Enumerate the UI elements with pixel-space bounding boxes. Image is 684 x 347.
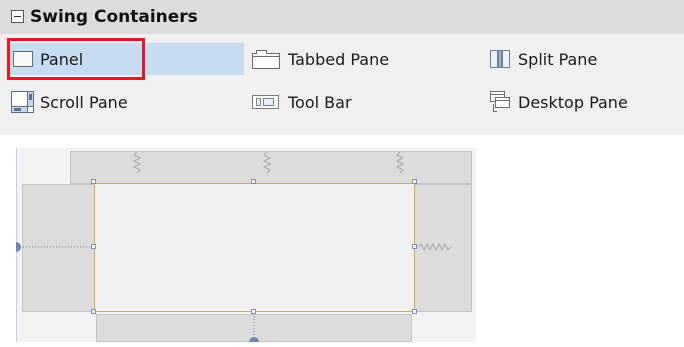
palette-item-label: Desktop Pane [518, 92, 628, 112]
palette-item-label: Panel [40, 49, 84, 69]
palette-item-label: Split Pane [518, 49, 598, 69]
resize-handle-sw[interactable] [91, 309, 96, 314]
palette-item-label: Tool Bar [288, 92, 352, 112]
palette-item-label: Tabbed Pane [288, 49, 390, 69]
split-pane-icon [490, 50, 510, 68]
scroll-pane-icon [11, 91, 34, 113]
swing-containers-palette: Swing Containers Panel Tabbed Pane Split… [0, 0, 684, 135]
center-panel-component[interactable] [94, 183, 415, 312]
palette-item-panel[interactable]: Panel [10, 43, 244, 75]
collapse-minus-icon[interactable] [11, 10, 24, 23]
resize-handle-nw[interactable] [91, 179, 96, 184]
panel-icon [13, 51, 33, 67]
palette-item-tabbed-pane[interactable]: Tabbed Pane [250, 43, 460, 75]
palette-item-desktop-pane[interactable]: Desktop Pane [488, 86, 678, 118]
palette-category-title: Swing Containers [30, 7, 198, 27]
resize-handle-w[interactable] [91, 244, 96, 249]
resize-handle-s[interactable] [251, 309, 256, 314]
palette-item-split-pane[interactable]: Split Pane [488, 43, 678, 75]
design-canvas[interactable] [16, 148, 476, 342]
palette-item-tool-bar[interactable]: Tool Bar [250, 86, 460, 118]
tool-bar-icon [252, 95, 279, 109]
tabbed-pane-icon [252, 50, 280, 69]
palette-category-header[interactable]: Swing Containers [0, 0, 684, 34]
desktop-pane-icon [490, 91, 510, 112]
palette-item-scroll-pane[interactable]: Scroll Pane [10, 86, 244, 118]
resize-handle-n[interactable] [251, 179, 256, 184]
resize-handle-se[interactable] [412, 309, 417, 314]
resize-handle-ne[interactable] [412, 179, 417, 184]
palette-item-label: Scroll Pane [40, 92, 128, 112]
resize-handle-e[interactable] [412, 244, 417, 249]
